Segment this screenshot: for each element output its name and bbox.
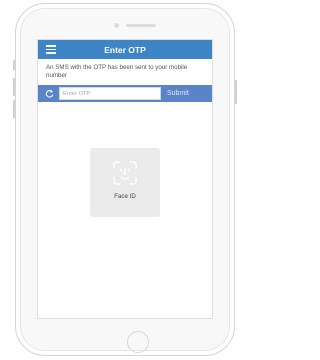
hamburger-menu-icon[interactable] [46,45,56,54]
volume-down-button [13,100,15,118]
submit-button[interactable]: Submit [167,90,189,97]
refresh-icon[interactable] [42,87,56,101]
otp-entry-bar: Submit [38,85,212,102]
otp-input[interactable] [59,87,161,100]
earpiece-speaker [126,24,156,27]
page-title: Enter OTP [104,44,146,55]
mute-switch [13,60,15,70]
face-id-icon [113,161,137,185]
sms-sent-notice: An SMS with the OTP has been sent to you… [46,64,188,79]
front-camera [114,23,119,28]
home-button[interactable] [127,331,149,353]
app-header: Enter OTP [38,40,212,59]
face-id-button[interactable]: Face ID [90,148,160,217]
app-screen: Enter OTP An SMS with the OTP has been s… [37,39,213,319]
volume-up-button [13,78,15,96]
power-button [235,80,237,104]
face-id-label: Face ID [114,193,136,200]
